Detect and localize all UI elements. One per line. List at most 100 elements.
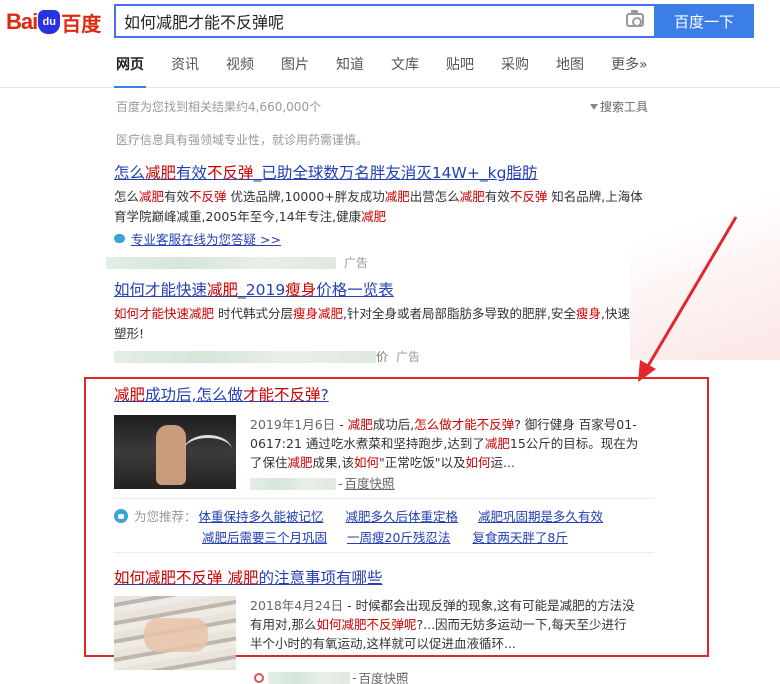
snippet-keyword: 瘦身 (576, 306, 602, 321)
ad-title-link[interactable]: 怎么减肥有效不反弹_已助全球数万名胖友消灭14W+_kg脂肪 (114, 161, 654, 183)
snippet-part: 塑形! (114, 326, 145, 341)
snippet-part: 出营怎么 (409, 189, 460, 204)
ad-result-2: 如何才能快速减肥_2019瘦身价格一览表 如何才能快速减肥 时代韩式分层瘦身减肥… (114, 278, 654, 365)
title-part: _已助全球数万名胖友消灭14W+_kg脂肪 (253, 164, 538, 182)
title-part: 有效 (176, 164, 208, 182)
service-link-label: 专业客服在线为您答疑 >> (131, 232, 281, 247)
title-part: 怎么 (114, 164, 146, 182)
ad-tag: 广告 (396, 350, 421, 364)
recommend-icon (114, 508, 128, 523)
tab-caigou[interactable]: 采购 (501, 52, 529, 88)
snippet-keyword: 减肥 (139, 189, 165, 204)
tab-video[interactable]: 视频 (226, 52, 254, 88)
tab-zhidao[interactable]: 知道 (336, 52, 364, 88)
snippet-keyword: 减肥 (347, 417, 373, 432)
nav-tabs: 网页 资讯 视频 图片 知道 文库 贴吧 采购 地图 更多» (114, 52, 675, 88)
search-tools-button[interactable]: 搜索工具 (590, 98, 648, 115)
snippet-part: ,针对全身或者局部脂肪多导致的肥胖,安全 (343, 306, 576, 321)
recommend-link[interactable]: 减肥巩固期是多久有效 (478, 506, 603, 525)
result-body: 2018年4月24日 - 时候都会出现反弹的现象,这有可能是减肥的方法没 有用对… (114, 596, 674, 670)
ad-snippet: 怎么减肥有效不反弹 优选品牌,10000+胖友成功减肥出营怎么减肥有效不反弹 知… (114, 187, 654, 227)
title-keyword: 减肥 (145, 569, 177, 587)
title-part: 成功后,怎么做 (145, 386, 243, 404)
title-part: 如何才能快速 (114, 281, 208, 299)
snippet-part: - 时候都会出现反弹的现象,这有可能是减肥的方法没 (343, 598, 635, 613)
ad-snippet: 如何才能快速减肥 时代韩式分层瘦身减肥,针对全身或者局部脂肪多导致的肥胖,安全瘦… (114, 304, 654, 344)
logo-text-en: Bai (6, 9, 38, 34)
tab-images[interactable]: 图片 (281, 52, 309, 88)
snippet-part: 有效 (484, 189, 510, 204)
title-keyword: 如何 (114, 569, 146, 587)
blurred-url (106, 256, 336, 269)
tab-news[interactable]: 资讯 (171, 52, 199, 88)
snippet-keyword: 如何减肥不反弹呢 (316, 617, 417, 632)
snippet-keyword: 减肥 (287, 455, 313, 470)
result-thumbnail[interactable] (114, 596, 236, 670)
snippet-part: 怎么 (114, 189, 140, 204)
ad-source-line: 价 广告 (114, 348, 654, 365)
result-date: 2018年4月24日 (250, 598, 344, 613)
chat-icon (114, 234, 125, 243)
result-title-link[interactable]: 减肥成功后,怎么做才能不反弹? (114, 383, 674, 405)
blurred-source (268, 671, 350, 684)
result-body: 2019年1月6日 - 减肥成功后,怎么做才能不反弹? 御行健身 百家号01- … (114, 415, 674, 493)
title-part: 的注意事项有哪些 (258, 569, 383, 587)
search-input[interactable] (124, 6, 604, 36)
recommend-label: 为您推荐： (134, 509, 197, 524)
baidu-logo[interactable]: Bai du 百度 (6, 8, 101, 36)
title-keyword: 不反弹 (176, 569, 223, 587)
snippet-keyword: 如何才能 (114, 306, 165, 321)
search-box (114, 4, 654, 38)
snippet-part: - (335, 417, 348, 432)
hands-figure (144, 618, 208, 652)
blurred-url (114, 350, 376, 363)
snippet-part: 成果,该 (312, 455, 355, 470)
snippet-part: 优选品牌,10000+胖友成功 (226, 189, 385, 204)
snippet-part: 成功后, (372, 417, 415, 432)
snippet-keyword: 减肥 (361, 209, 387, 224)
paw-icon: du (38, 10, 61, 34)
recommend-link[interactable]: 复食两天胖了8斤 (472, 527, 567, 546)
snippet-part: 有效 (164, 189, 190, 204)
result-thumbnail[interactable] (114, 415, 236, 489)
camera-icon[interactable] (626, 10, 644, 27)
ad-title-link[interactable]: 如何才能快速减肥_2019瘦身价格一览表 (114, 278, 654, 300)
tab-map[interactable]: 地图 (556, 52, 584, 88)
tab-more[interactable]: 更多» (611, 52, 648, 88)
recommend-link[interactable]: 减肥后需要三个月巩固 (202, 527, 327, 546)
tab-wenku[interactable]: 文库 (391, 52, 419, 88)
snippet-part: 知名品牌,上海体 (547, 189, 643, 204)
snippet-part: "正常吃饭"以及 (379, 455, 466, 470)
recommend-link[interactable]: 体重保持多久能被记忆 (199, 506, 324, 525)
result-snippet: 2018年4月24日 - 时候都会出现反弹的现象,这有可能是减肥的方法没 有用对… (250, 596, 658, 670)
snapshot-link[interactable]: 百度快照 (345, 474, 395, 493)
snippet-keyword: 瘦身 (293, 306, 319, 321)
snippet-keyword: 如何 (465, 455, 491, 470)
title-part: 价格一览表 (316, 281, 394, 299)
snippet-part: 时代韩式分层 (214, 306, 294, 321)
snippet-part: ?...因而无妨多运动一下,每天至少进行 (416, 617, 627, 632)
recommend-link[interactable]: 一周瘦20斤残忍法 (347, 527, 450, 546)
title-keyword: 减肥 (114, 386, 146, 404)
snippet-keyword: 不反弹 (509, 189, 548, 204)
organic-result-2: 如何减肥不反弹 减肥的注意事项有哪些 2018年4月24日 - 时候都会出现反弹… (114, 566, 674, 684)
filter-icon (590, 104, 598, 110)
snippet-part: 有用对,那么 (250, 617, 317, 632)
title-keyword: 减肥 (145, 164, 177, 182)
search-button[interactable]: 百度一下 (654, 4, 754, 38)
snippet-part: 运... (490, 455, 515, 470)
title-keyword: 不反弹 (207, 164, 254, 182)
recommend-link[interactable]: 减肥多久后体重定格 (346, 506, 459, 525)
title-keyword: 减肥 (207, 281, 239, 299)
search-tools-label: 搜索工具 (600, 100, 649, 114)
snapshot-link[interactable]: 百度快照 (359, 668, 409, 684)
result-title-link[interactable]: 如何减肥不反弹 减肥的注意事项有哪些 (114, 566, 674, 588)
ad-source-line: 广告 (106, 254, 654, 271)
snippet-part: ? 御行健身 百家号01- (514, 417, 637, 432)
service-link[interactable]: 专业客服在线为您答疑 >> (114, 229, 654, 248)
tab-tieba[interactable]: 贴吧 (446, 52, 474, 88)
blurred-source (250, 477, 336, 490)
tab-webpage[interactable]: 网页 (114, 52, 146, 88)
result-date: 2019年1月6日 (250, 417, 336, 432)
snippet-keyword: 减肥 (459, 189, 485, 204)
